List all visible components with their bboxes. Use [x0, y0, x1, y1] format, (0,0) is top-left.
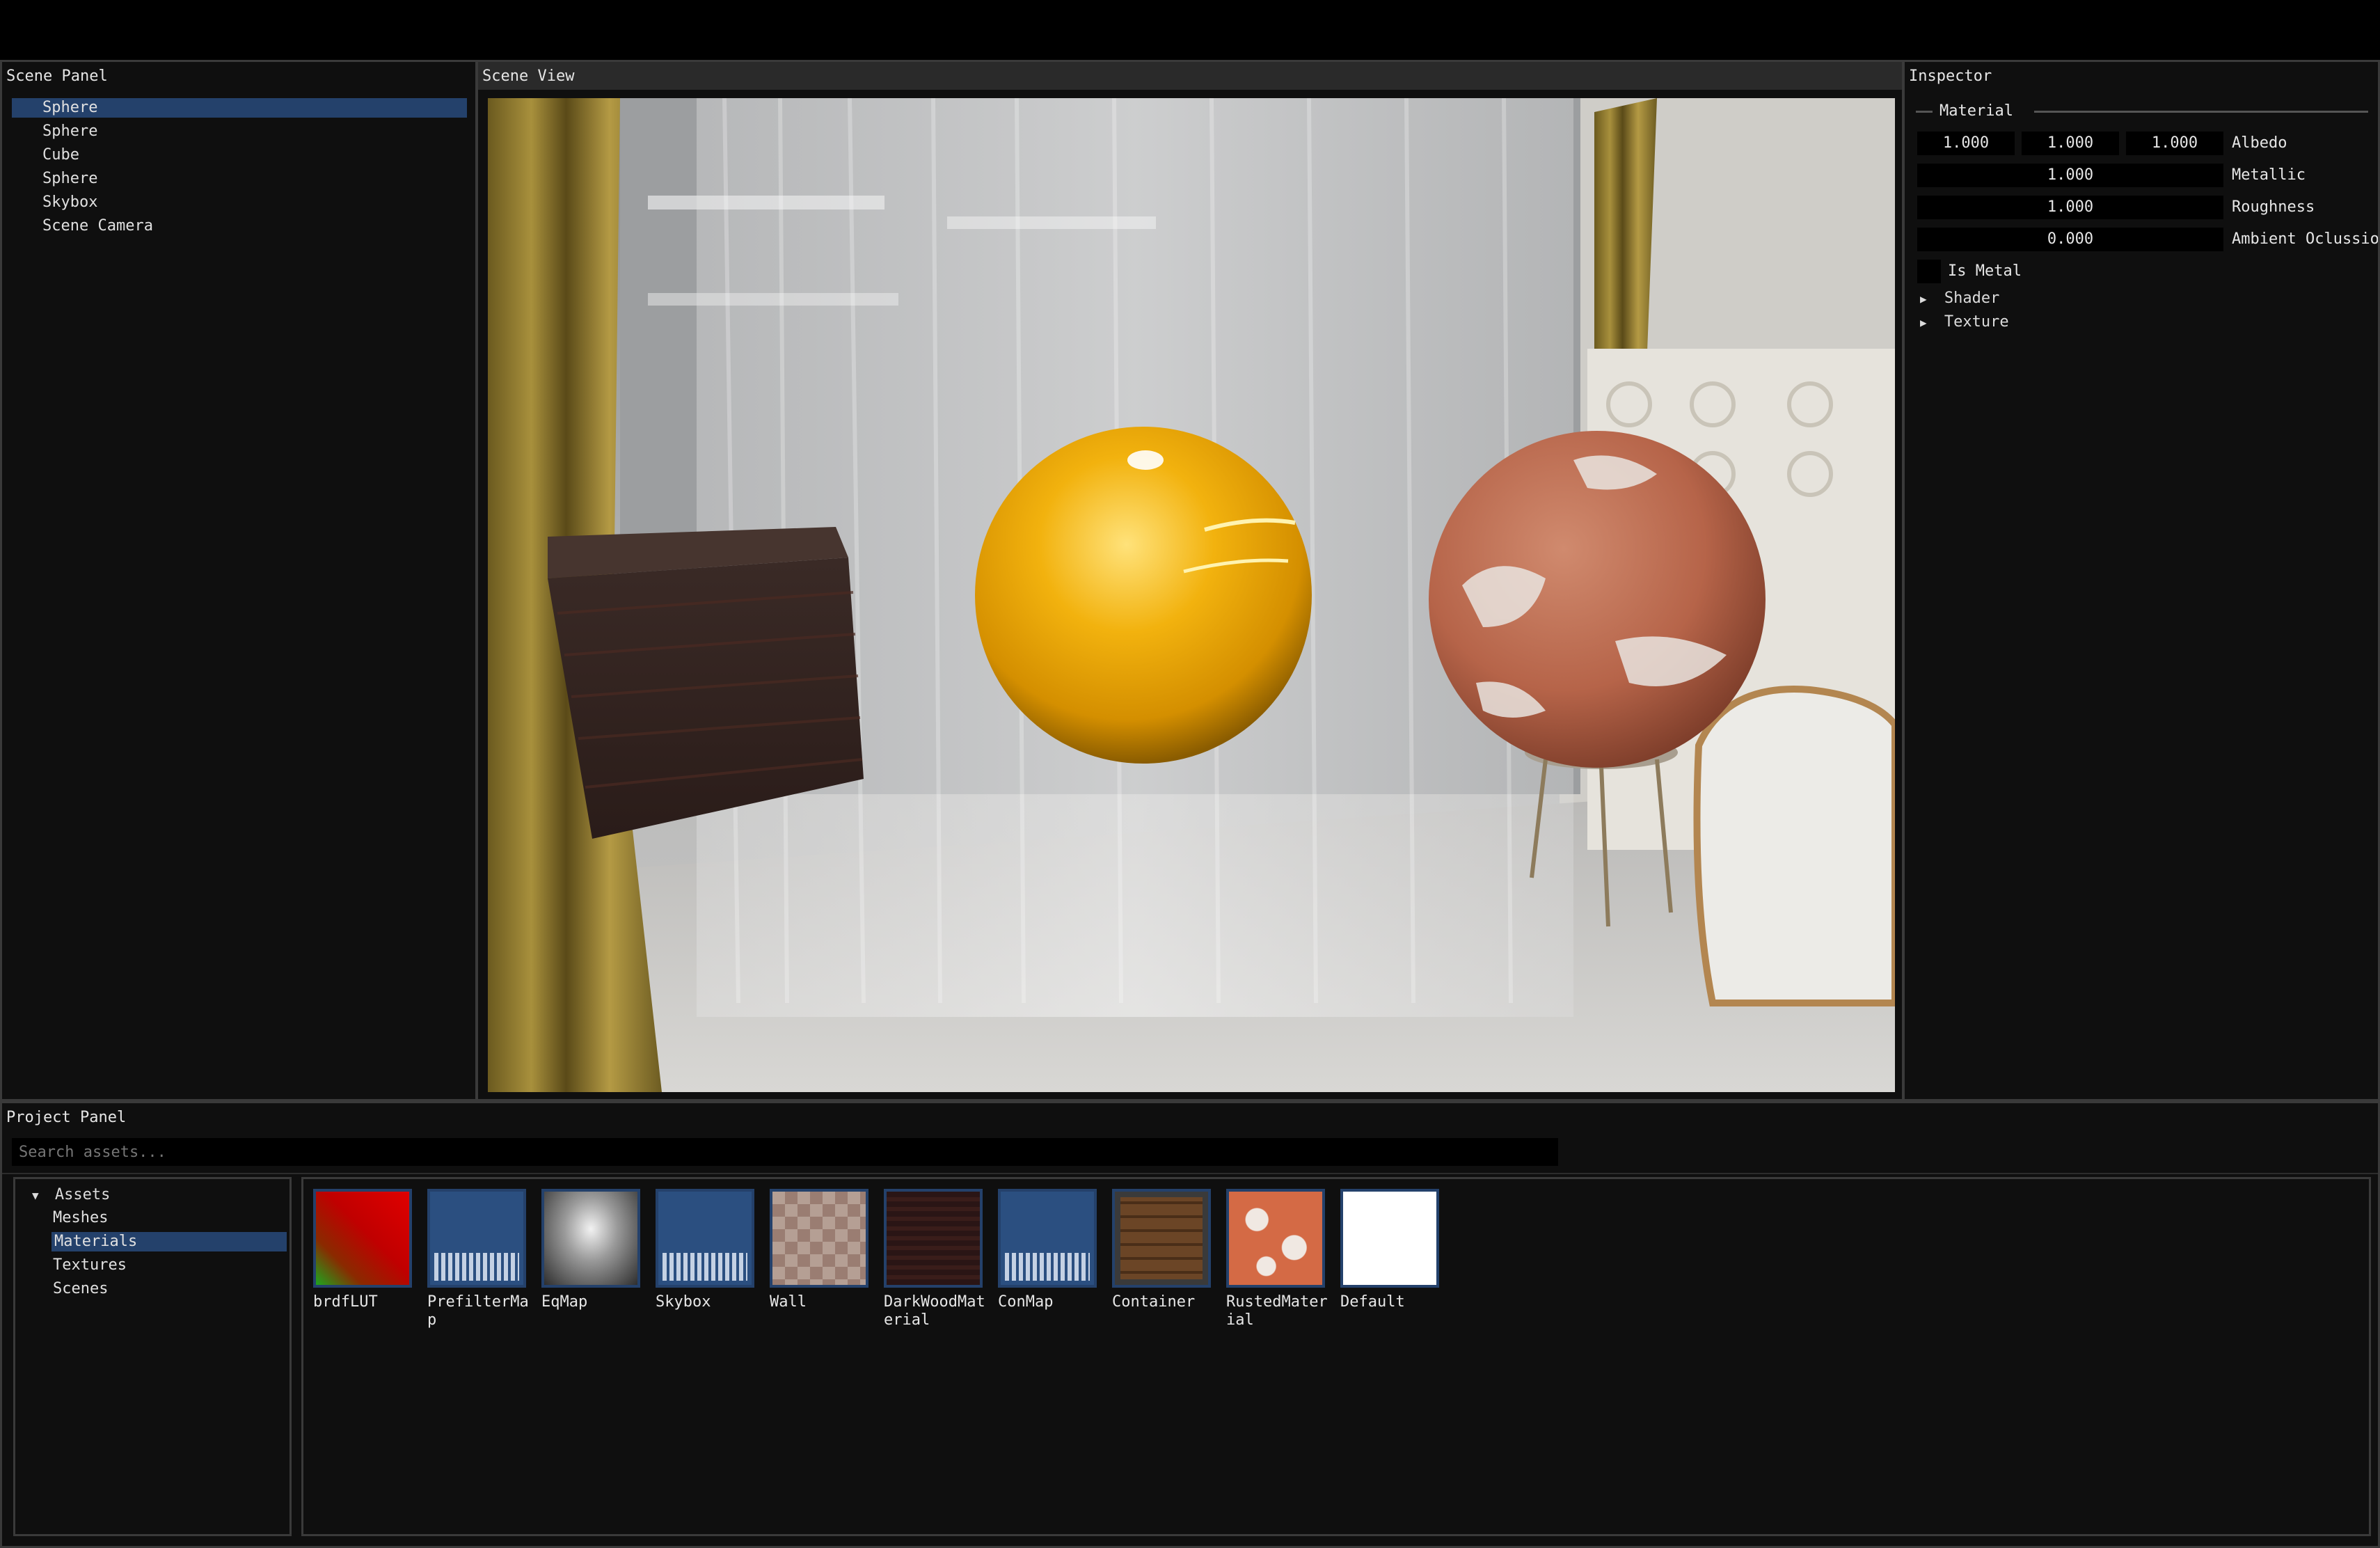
ambient-occlusion-field[interactable]: 0.000: [1917, 228, 2223, 251]
assets-root-label: Assets: [54, 1186, 111, 1203]
asset-tile[interactable]: PrefilterMap: [427, 1189, 532, 1329]
metallic-label: Metallic: [2232, 166, 2306, 184]
scene-item-label: Sphere: [42, 99, 98, 116]
section-divider-left: [1916, 111, 1933, 113]
dark-wood-thumbnail: [884, 1189, 983, 1288]
inspector-title: Inspector: [1909, 68, 1992, 85]
collapsed-arrow-icon: ▶: [1920, 316, 1927, 329]
ambient-occlusion-label: Ambient Oclussion: [2232, 230, 2378, 248]
folder-scenes[interactable]: Scenes: [53, 1279, 108, 1299]
brdf-lut-thumbnail: [313, 1189, 412, 1288]
scene-item-sphere[interactable]: Sphere: [42, 169, 97, 189]
section-divider-right: [2034, 111, 2368, 113]
asset-tile[interactable]: ConMap: [998, 1189, 1102, 1311]
scene-panel: Scene Panel Sphere Sphere Cube Sphere Sk…: [0, 60, 477, 1101]
shader-label: Shader: [1944, 290, 2000, 307]
asset-search-input[interactable]: [12, 1138, 1558, 1166]
scene-item-skybox[interactable]: Skybox: [42, 193, 97, 212]
folder-label: Scenes: [53, 1280, 109, 1297]
scene-view-panel: Scene View: [476, 60, 1904, 1101]
is-metal-checkbox[interactable]: [1917, 260, 1941, 283]
scene-item-sphere[interactable]: Sphere: [12, 98, 467, 118]
folder-label: Textures: [53, 1256, 127, 1274]
scene-item-sphere[interactable]: Sphere: [42, 122, 97, 141]
folder-label: Materials: [54, 1233, 138, 1250]
cubemap-thumbnail: [427, 1189, 526, 1288]
scene-view-title: Scene View: [482, 68, 575, 85]
collapsed-arrow-icon: ▶: [1920, 292, 1927, 306]
texture-tree-node[interactable]: ▶ Texture: [1920, 311, 2009, 333]
scene-item-label: Skybox: [42, 194, 98, 211]
inspector-panel: Inspector Material 1.000 1.000 1.000 Alb…: [1903, 60, 2380, 1101]
asset-tile[interactable]: EqMap: [541, 1189, 646, 1311]
project-panel-title: Project Panel: [6, 1109, 127, 1126]
material-section-header: Material: [1939, 102, 2013, 120]
skyline-graphic: [434, 1253, 519, 1281]
project-panel: Project Panel ▼ Assets Meshes Materials …: [0, 1101, 2380, 1548]
scene-item-label: Scene Camera: [42, 217, 153, 235]
rusted-thumbnail: [1226, 1189, 1325, 1288]
scene-item-cube[interactable]: Cube: [42, 145, 79, 165]
shader-tree-node[interactable]: ▶ Shader: [1920, 287, 1999, 310]
rendered-scene: [488, 98, 1895, 1092]
scene-item-label: Sphere: [42, 170, 98, 187]
scene-viewport[interactable]: [488, 98, 1895, 1092]
assets-root-node[interactable]: ▼ Assets: [32, 1185, 110, 1206]
roughness-label: Roughness: [2232, 198, 2315, 216]
expanded-arrow-icon: ▼: [32, 1189, 39, 1202]
top-bar: [0, 0, 2380, 60]
asset-label: Wall: [770, 1293, 807, 1311]
asset-label: DarkWoodMaterial: [884, 1293, 985, 1329]
asset-label: brdfLUT: [313, 1293, 378, 1311]
scene-item-label: Sphere: [42, 123, 98, 140]
default-white-thumbnail: [1340, 1189, 1439, 1288]
wall-texture-thumbnail: [770, 1189, 868, 1288]
albedo-g-field[interactable]: 1.000: [2022, 132, 2119, 155]
skyline-graphic: [1005, 1253, 1090, 1281]
asset-label: RustedMaterial: [1226, 1293, 1328, 1329]
equirect-map-thumbnail: [541, 1189, 640, 1288]
cubemap-thumbnail: [998, 1189, 1097, 1288]
albedo-label: Albedo: [2232, 134, 2287, 152]
asset-tile[interactable]: RustedMaterial: [1226, 1189, 1331, 1329]
asset-label: EqMap: [541, 1293, 588, 1311]
folder-materials[interactable]: Materials: [51, 1232, 287, 1251]
scene-view-titlebar: [478, 62, 1902, 90]
scene-panel-title: Scene Panel: [6, 68, 108, 85]
asset-tile[interactable]: Default: [1340, 1189, 1445, 1311]
albedo-b-field[interactable]: 1.000: [2126, 132, 2223, 155]
is-metal-label: Is Metal: [1948, 262, 2022, 280]
asset-tile[interactable]: Skybox: [656, 1189, 760, 1311]
asset-grid: brdfLUT PrefilterMap EqMap Skybox Wall D…: [301, 1177, 2371, 1536]
skyline-graphic: [663, 1253, 747, 1281]
asset-tile[interactable]: Wall: [770, 1189, 874, 1311]
metallic-field[interactable]: 1.000: [1917, 164, 2223, 187]
folder-textures[interactable]: Textures: [53, 1256, 127, 1275]
roughness-field[interactable]: 1.000: [1917, 196, 2223, 219]
asset-label: Default: [1340, 1293, 1405, 1311]
asset-tile[interactable]: DarkWoodMaterial: [884, 1189, 988, 1329]
asset-tile[interactable]: brdfLUT: [313, 1189, 418, 1311]
texture-label: Texture: [1944, 313, 2009, 331]
albedo-r-field[interactable]: 1.000: [1917, 132, 2015, 155]
scene-item-scene-camera[interactable]: Scene Camera: [42, 216, 153, 236]
scene-item-label: Cube: [42, 146, 79, 164]
asset-label: Skybox: [656, 1293, 711, 1311]
asset-label: Container: [1112, 1293, 1196, 1311]
asset-folder-tree: ▼ Assets Meshes Materials Textures Scene…: [13, 1177, 292, 1536]
folder-label: Meshes: [53, 1209, 109, 1226]
asset-label: ConMap: [998, 1293, 1054, 1311]
container-thumbnail: [1112, 1189, 1211, 1288]
folder-meshes[interactable]: Meshes: [53, 1208, 108, 1228]
asset-label: PrefilterMap: [427, 1293, 529, 1329]
asset-tile[interactable]: Container: [1112, 1189, 1216, 1311]
cubemap-thumbnail: [656, 1189, 754, 1288]
search-divider: [2, 1173, 2378, 1174]
